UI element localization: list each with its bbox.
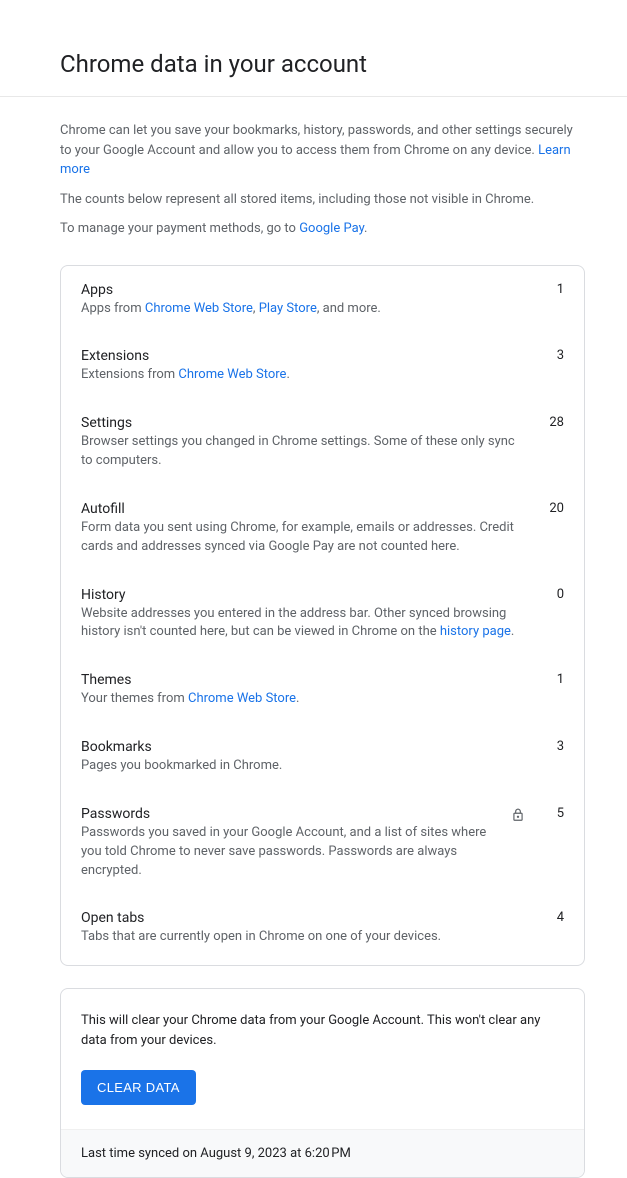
row-apps: Apps Apps from Chrome Web Store, Play St… — [61, 268, 584, 335]
row-desc-apps: Apps from Chrome Web Store, Play Store, … — [81, 300, 528, 319]
count-open-tabs: 4 — [540, 910, 564, 925]
chrome-web-store-link[interactable]: Chrome Web Store — [145, 301, 253, 316]
intro-text-1: Chrome can let you save your bookmarks, … — [60, 123, 573, 158]
row-title-open-tabs: Open tabs — [81, 910, 528, 926]
row-title-bookmarks: Bookmarks — [81, 739, 528, 755]
row-desc-autofill: Form data you sent using Chrome, for exa… — [81, 519, 528, 557]
count-autofill: 20 — [540, 501, 564, 516]
page-title: Chrome data in your account — [60, 50, 627, 78]
count-bookmarks: 3 — [540, 739, 564, 754]
row-title-passwords: Passwords — [81, 806, 494, 822]
clear-data-button[interactable]: Clear Data — [81, 1070, 196, 1105]
row-desc-passwords: Passwords you saved in your Google Accou… — [81, 824, 494, 881]
chrome-web-store-link[interactable]: Chrome Web Store — [188, 691, 296, 706]
row-passwords: Passwords Passwords you saved in your Go… — [61, 792, 584, 897]
history-page-link[interactable]: history page — [440, 624, 511, 639]
intro-text-3b: . — [364, 221, 367, 236]
count-history: 0 — [540, 587, 564, 602]
row-extensions: Extensions Extensions from Chrome Web St… — [61, 334, 584, 401]
count-settings: 28 — [540, 415, 564, 430]
intro-text-3a: To manage your payment methods, go to — [60, 221, 299, 236]
chrome-web-store-link[interactable]: Chrome Web Store — [178, 367, 286, 382]
count-extensions: 3 — [540, 348, 564, 363]
row-title-apps: Apps — [81, 282, 528, 298]
row-history: History Website addresses you entered in… — [61, 573, 584, 659]
row-desc-themes: Your themes from Chrome Web Store. — [81, 690, 528, 709]
row-bookmarks: Bookmarks Pages you bookmarked in Chrome… — [61, 725, 584, 792]
row-autofill: Autofill Form data you sent using Chrome… — [61, 487, 584, 573]
intro-paragraph-2: The counts below represent all stored it… — [60, 190, 585, 210]
count-apps: 1 — [540, 282, 564, 297]
row-title-settings: Settings — [81, 415, 528, 431]
row-themes: Themes Your themes from Chrome Web Store… — [61, 658, 584, 725]
row-title-autofill: Autofill — [81, 501, 528, 517]
row-desc-extensions: Extensions from Chrome Web Store. — [81, 366, 528, 385]
lock-icon — [506, 803, 530, 827]
row-desc-bookmarks: Pages you bookmarked in Chrome. — [81, 757, 528, 776]
count-passwords: 5 — [540, 806, 564, 821]
play-store-link[interactable]: Play Store — [259, 301, 317, 316]
clear-data-text: This will clear your Chrome data from yo… — [81, 1011, 564, 1050]
row-desc-settings: Browser settings you changed in Chrome s… — [81, 433, 528, 471]
row-title-extensions: Extensions — [81, 348, 528, 364]
row-desc-history: Website addresses you entered in the add… — [81, 605, 528, 643]
google-pay-link[interactable]: Google Pay — [299, 221, 364, 236]
row-desc-open-tabs: Tabs that are currently open in Chrome o… — [81, 928, 528, 947]
row-settings: Settings Browser settings you changed in… — [61, 401, 584, 487]
last-synced-text: Last time synced on August 9, 2023 at 6:… — [61, 1129, 584, 1177]
clear-data-card: This will clear your Chrome data from yo… — [60, 988, 585, 1178]
intro-paragraph-3: To manage your payment methods, go to Go… — [60, 219, 585, 239]
row-open-tabs: Open tabs Tabs that are currently open i… — [61, 896, 584, 963]
row-title-themes: Themes — [81, 672, 528, 688]
count-themes: 1 — [540, 672, 564, 687]
data-types-card: Apps Apps from Chrome Web Store, Play St… — [60, 265, 585, 967]
intro-paragraph-1: Chrome can let you save your bookmarks, … — [60, 121, 585, 180]
row-title-history: History — [81, 587, 528, 603]
